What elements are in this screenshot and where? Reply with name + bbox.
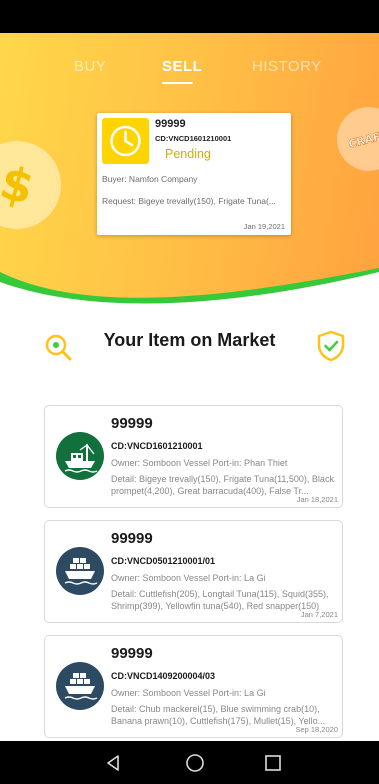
pending-card-buyer: Buyer: Namfon Company — [102, 174, 198, 184]
item-code: CD:VNCD0501210001/01 — [111, 556, 216, 566]
pending-card-number: 99999 — [155, 118, 186, 130]
pending-card-code: CD:VNCD1601210001 — [155, 134, 232, 143]
dollar-coin-icon: $ — [0, 146, 56, 224]
system-nav-bar — [0, 741, 379, 784]
tab-history[interactable]: HISTORY — [252, 58, 322, 75]
item-code: CD:VNCD1409200004/03 — [111, 671, 216, 681]
fishing-boat-icon — [56, 432, 104, 480]
item-detail: Detail: Cuttlefish(205), Longtail Tuna(1… — [111, 589, 329, 611]
hero-wave — [0, 268, 379, 306]
item-owner-port: Owner: Somboon Vessel Port-in: Phan Thie… — [111, 458, 288, 468]
item-date: Sep 18,2020 — [295, 725, 338, 734]
pending-status: Pending — [165, 147, 211, 161]
item-number: 99999 — [111, 415, 153, 432]
item-owner-port: Owner: Somboon Vessel Port-in: La Gi — [111, 688, 266, 698]
item-detail: Detail: Chub mackerel(15), Blue swimming… — [111, 704, 326, 726]
pending-request-card[interactable]: 99999 CD:VNCD1601210001 Pending Buyer: N… — [97, 113, 291, 235]
item-owner-port: Owner: Somboon Vessel Port-in: La Gi — [111, 573, 266, 583]
svg-text:$: $ — [0, 155, 39, 215]
tab-buy[interactable]: BUY — [74, 58, 106, 75]
market-item-card[interactable]: 99999 CD:VNCD1601210001 Owner: Somboon V… — [44, 405, 343, 508]
status-bar — [0, 0, 379, 33]
active-tab-indicator — [162, 82, 193, 84]
recent-apps-icon[interactable] — [258, 741, 288, 784]
home-icon[interactable] — [180, 741, 210, 784]
market-item-card[interactable]: 99999 CD:VNCD1409200004/03 Owner: Somboo… — [44, 635, 343, 738]
pending-card-request: Request: Bigeye trevally(150), Frigate T… — [102, 196, 276, 206]
item-code: CD:VNCD1601210001 — [111, 441, 203, 451]
item-number: 99999 — [111, 530, 153, 547]
craft-coin-label: CRAFT — [347, 128, 379, 151]
clock-icon — [102, 118, 149, 164]
item-number: 99999 — [111, 645, 153, 662]
back-icon[interactable] — [98, 741, 128, 784]
item-date: Jan 18,2021 — [296, 495, 338, 504]
item-detail: Detail: Bigeye trevally(150), Frigate Tu… — [111, 474, 334, 496]
item-date: Jan 7,2021 — [300, 610, 338, 619]
cargo-ship-icon — [56, 547, 104, 595]
tab-sell[interactable]: SELL — [162, 58, 202, 75]
cargo-ship-icon — [56, 662, 104, 710]
market-item-card[interactable]: 99999 CD:VNCD0501210001/01 Owner: Somboo… — [44, 520, 343, 623]
shield-check-icon[interactable] — [316, 330, 346, 362]
craft-coin-icon: CRAFT — [341, 111, 379, 167]
pending-card-date: Jan 19,2021 — [243, 222, 285, 231]
